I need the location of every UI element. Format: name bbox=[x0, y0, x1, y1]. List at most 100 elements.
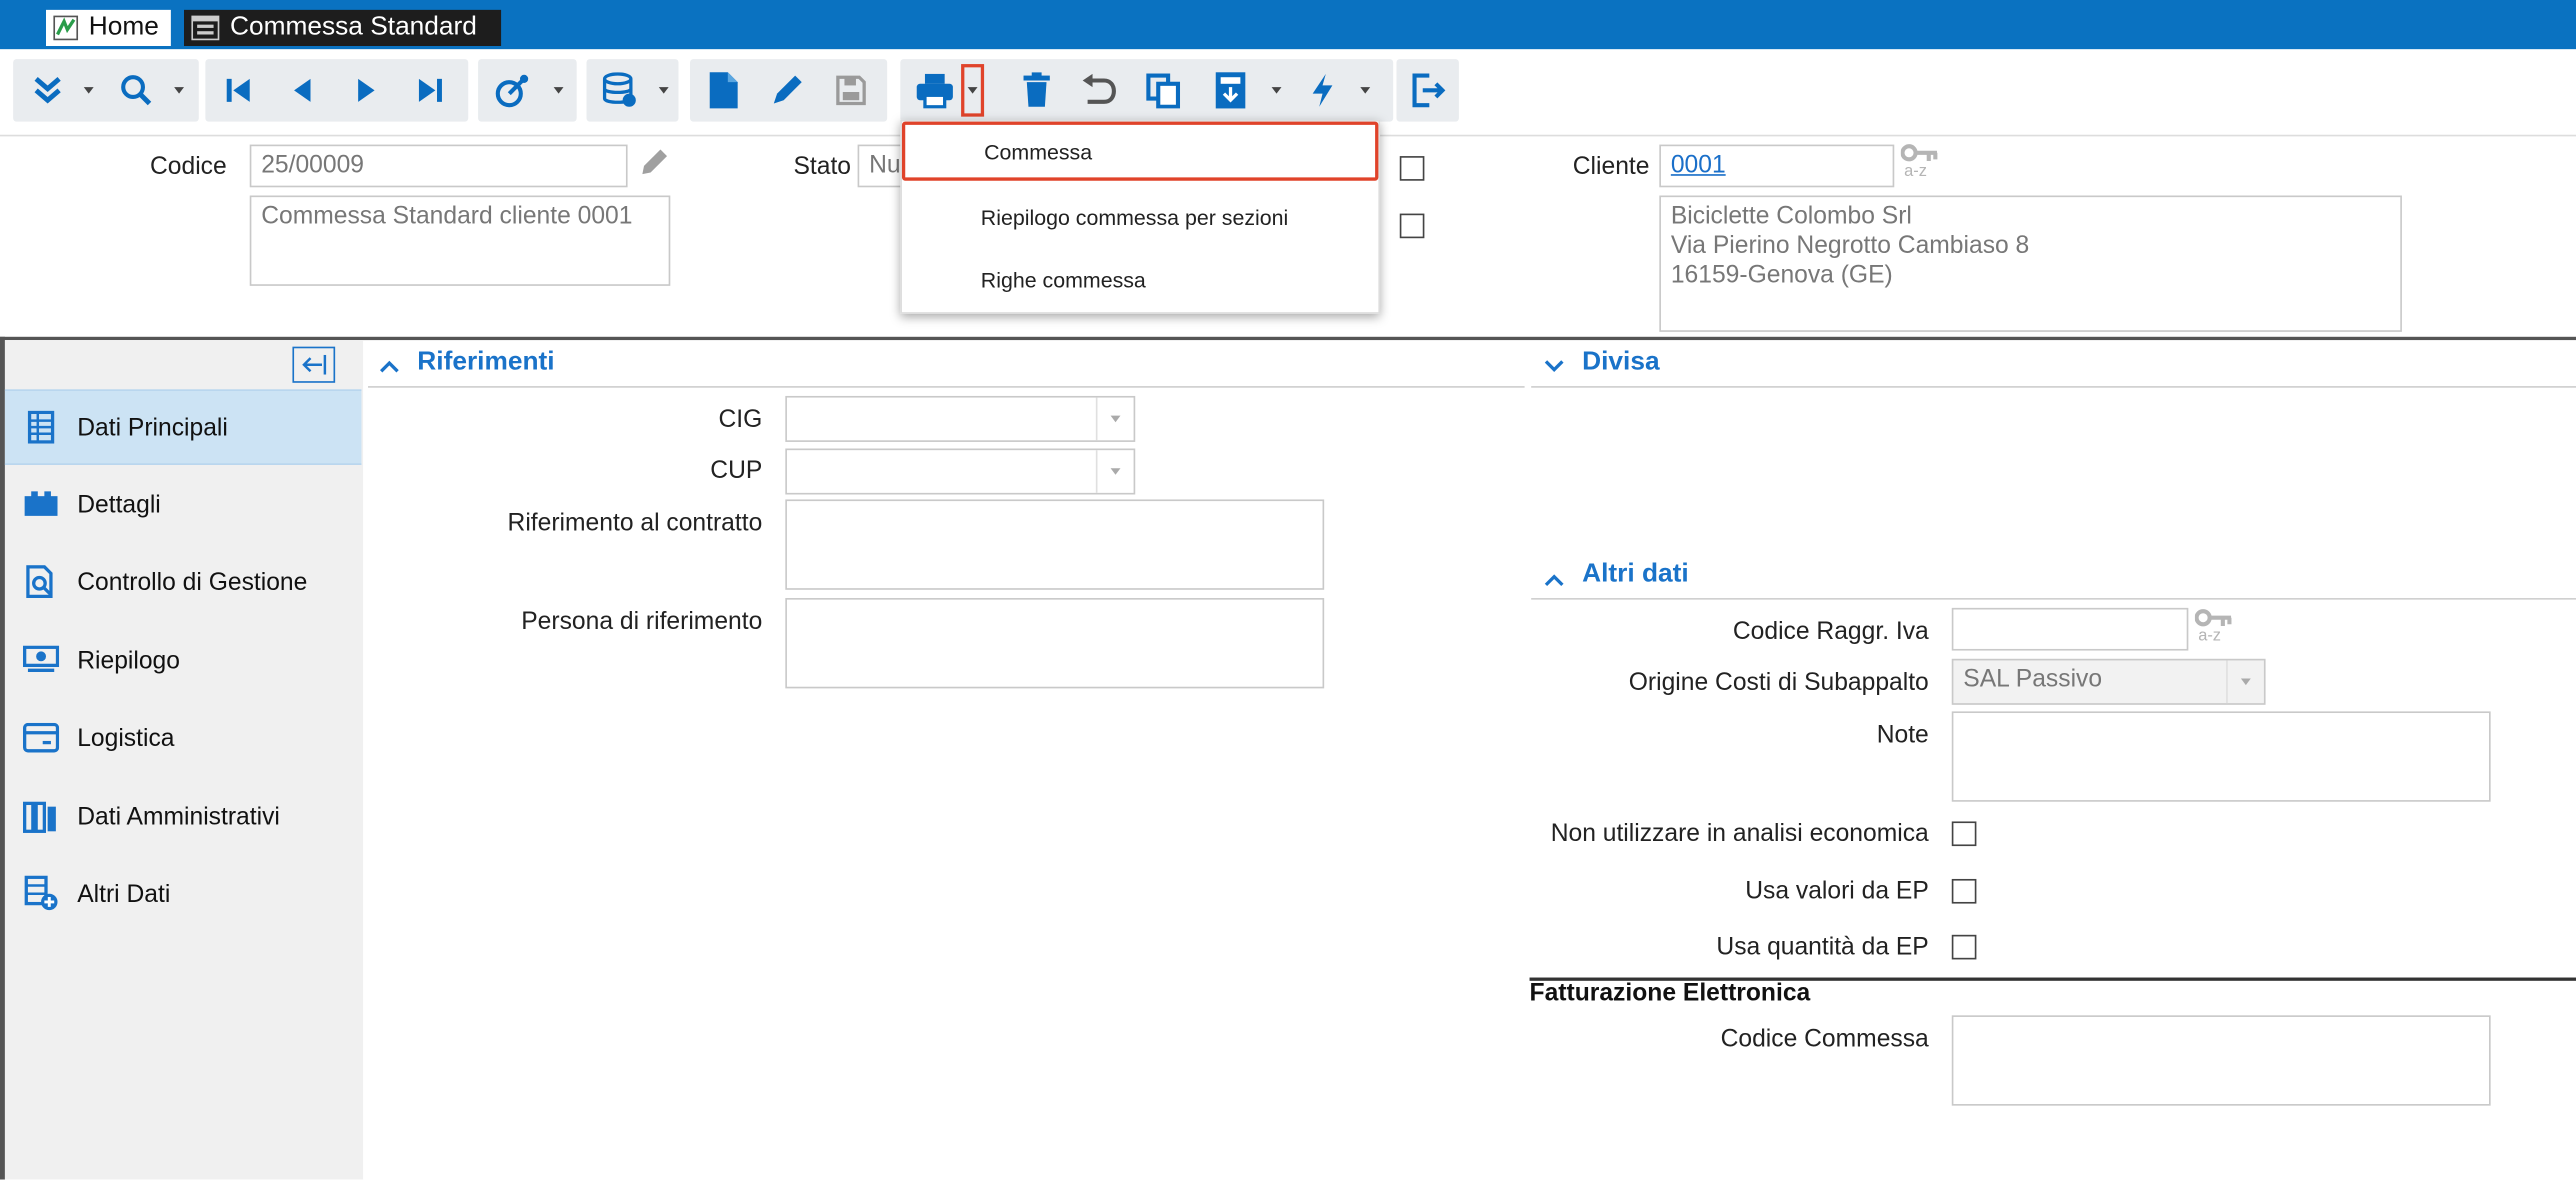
exit-button[interactable] bbox=[1400, 59, 1456, 121]
briefcase-icon bbox=[5, 491, 77, 517]
sidebar-item-dati-amministrativi[interactable]: Dati Amministrativi bbox=[5, 780, 362, 852]
tab-home-label: Home bbox=[88, 13, 159, 42]
next-record-icon bbox=[358, 78, 375, 102]
header-checkbox-1[interactable] bbox=[1399, 156, 1425, 181]
previous-record-button[interactable] bbox=[274, 59, 330, 121]
copy-button[interactable] bbox=[1135, 59, 1191, 121]
report-dropdown[interactable] bbox=[1265, 59, 1288, 121]
delete-icon bbox=[1023, 72, 1050, 107]
altri-dati-collapse-button[interactable] bbox=[1543, 567, 1566, 597]
cliente-code-link[interactable]: 0001 bbox=[1671, 151, 1726, 179]
delete-button[interactable] bbox=[1009, 59, 1065, 121]
search-dropdown[interactable] bbox=[168, 59, 191, 121]
action-button[interactable] bbox=[1295, 59, 1351, 121]
chevron-down-icon bbox=[1544, 360, 1564, 372]
table-add-icon bbox=[5, 875, 77, 912]
cup-label: CUP bbox=[710, 456, 763, 485]
usa-quantita-label: Usa quantità da EP bbox=[1716, 933, 1929, 962]
print-button[interactable] bbox=[907, 59, 963, 121]
sidebar-item-dettagli[interactable]: Dettagli bbox=[5, 468, 362, 540]
last-record-button[interactable] bbox=[403, 59, 459, 121]
divisa-underline bbox=[1531, 386, 2576, 388]
usa-quantita-checkbox[interactable] bbox=[1951, 934, 1977, 960]
last-record-icon bbox=[418, 78, 442, 102]
codice-commessa-label: Codice Commessa bbox=[1720, 1025, 1929, 1054]
raggr-iva-lookup-button[interactable]: a-z bbox=[2194, 608, 2238, 651]
descrizione-field[interactable]: Commessa Standard cliente 0001 bbox=[249, 195, 671, 286]
note-label: Note bbox=[1876, 721, 1929, 750]
usa-valori-label: Usa valori da EP bbox=[1745, 877, 1929, 906]
chevron-down-icon bbox=[1095, 450, 1134, 493]
cig-label: CIG bbox=[718, 405, 763, 434]
header-divider bbox=[0, 336, 2576, 341]
fatturazione-title: Fatturazione Elettronica bbox=[1529, 979, 1811, 1008]
window-icon bbox=[5, 722, 77, 753]
collapse-sidebar-button[interactable] bbox=[292, 346, 336, 383]
codice-label: Codice bbox=[149, 152, 227, 181]
new-document-button[interactable] bbox=[695, 59, 751, 121]
cliente-lookup-button[interactable]: a-z bbox=[1900, 143, 1944, 186]
menu-item-commessa[interactable]: Commessa bbox=[901, 121, 1379, 181]
action-dropdown[interactable] bbox=[1354, 59, 1377, 121]
collapse-arrow-icon bbox=[302, 354, 327, 375]
cliente-address-box: Biciclette Colombo Srl Via Pierino Negro… bbox=[1659, 195, 2402, 332]
print-dropdown-menu: Commessa Riepilogo commessa per sezioni … bbox=[900, 119, 1381, 314]
money-icon bbox=[5, 645, 77, 676]
edit-button[interactable] bbox=[759, 59, 815, 121]
divisa-expand-button[interactable] bbox=[1543, 353, 1566, 383]
chevron-down-icon bbox=[1095, 397, 1134, 441]
sidebar-item-altri-dati[interactable]: Altri Dati bbox=[5, 858, 362, 930]
sidebar-item-logistica[interactable]: Logistica bbox=[5, 702, 362, 774]
non-utilizzare-checkbox[interactable] bbox=[1951, 821, 1977, 847]
origine-costi-select[interactable]: SAL Passivo bbox=[1951, 658, 2266, 705]
save-button[interactable] bbox=[823, 59, 879, 121]
database-button[interactable] bbox=[591, 59, 647, 121]
codice-commessa-field[interactable] bbox=[1951, 1015, 2491, 1106]
sidebar-item-dati-principali[interactable]: Dati Principali bbox=[4, 389, 362, 465]
menu-item-riepilogo-sezioni[interactable]: Riepilogo commessa per sezioni bbox=[902, 187, 1378, 246]
non-utilizzare-label: Non utilizzare in analisi economica bbox=[1550, 819, 1929, 848]
codice-field[interactable]: 25/00009 bbox=[249, 144, 628, 188]
edit-code-button[interactable] bbox=[637, 146, 670, 187]
cliente-field[interactable]: 0001 bbox=[1659, 144, 1895, 188]
raggr-iva-field[interactable] bbox=[1951, 607, 2189, 651]
note-field[interactable] bbox=[1951, 711, 2491, 802]
wizard-dropdown[interactable] bbox=[547, 59, 570, 121]
persona-field[interactable] bbox=[785, 598, 1325, 689]
menu-item-righe-commessa[interactable]: Righe commessa bbox=[902, 250, 1378, 309]
header-checkbox-2[interactable] bbox=[1399, 213, 1425, 239]
cliente-label: Cliente bbox=[1572, 152, 1650, 181]
first-record-icon bbox=[226, 78, 250, 102]
next-record-button[interactable] bbox=[338, 59, 394, 121]
report-button[interactable] bbox=[1203, 59, 1259, 121]
expand-dropdown[interactable] bbox=[77, 59, 100, 121]
key-hint: a-z bbox=[2198, 627, 2222, 646]
print-dropdown-button[interactable] bbox=[961, 64, 985, 117]
raggr-iva-label: Codice Raggr. Iva bbox=[1732, 617, 1929, 646]
chevron-up-icon bbox=[379, 360, 399, 373]
cig-select[interactable] bbox=[785, 395, 1136, 442]
tab-commessa-standard[interactable]: Commessa Standard bbox=[184, 9, 502, 47]
search-button[interactable] bbox=[108, 59, 164, 121]
exit-icon bbox=[1412, 73, 1446, 108]
riferimenti-underline bbox=[368, 386, 1525, 388]
cup-select[interactable] bbox=[785, 448, 1136, 495]
usa-valori-checkbox[interactable] bbox=[1951, 878, 1977, 904]
database-dropdown[interactable] bbox=[652, 59, 675, 121]
database-icon bbox=[602, 72, 636, 107]
expand-button[interactable] bbox=[20, 59, 76, 121]
sidebar-item-label: Logistica bbox=[77, 723, 175, 752]
contratto-field[interactable] bbox=[785, 499, 1325, 590]
application-window: Home Commessa Standard Codice 25/00009 C… bbox=[0, 0, 2576, 1180]
wizard-button[interactable] bbox=[485, 59, 541, 121]
sidebar-item-riepilogo[interactable]: Riepilogo bbox=[5, 624, 362, 696]
undo-button[interactable] bbox=[1071, 59, 1127, 121]
sidebar-item-controllo-di-gestione[interactable]: Controllo di Gestione bbox=[5, 545, 362, 617]
riferimenti-collapse-button[interactable] bbox=[378, 353, 401, 383]
contratto-label: Riferimento al contratto bbox=[507, 509, 763, 538]
edit-icon bbox=[773, 75, 802, 104]
tab-home[interactable]: Home bbox=[46, 9, 171, 47]
copy-icon bbox=[1146, 73, 1181, 109]
first-record-button[interactable] bbox=[210, 59, 266, 121]
expand-icon bbox=[34, 76, 61, 104]
